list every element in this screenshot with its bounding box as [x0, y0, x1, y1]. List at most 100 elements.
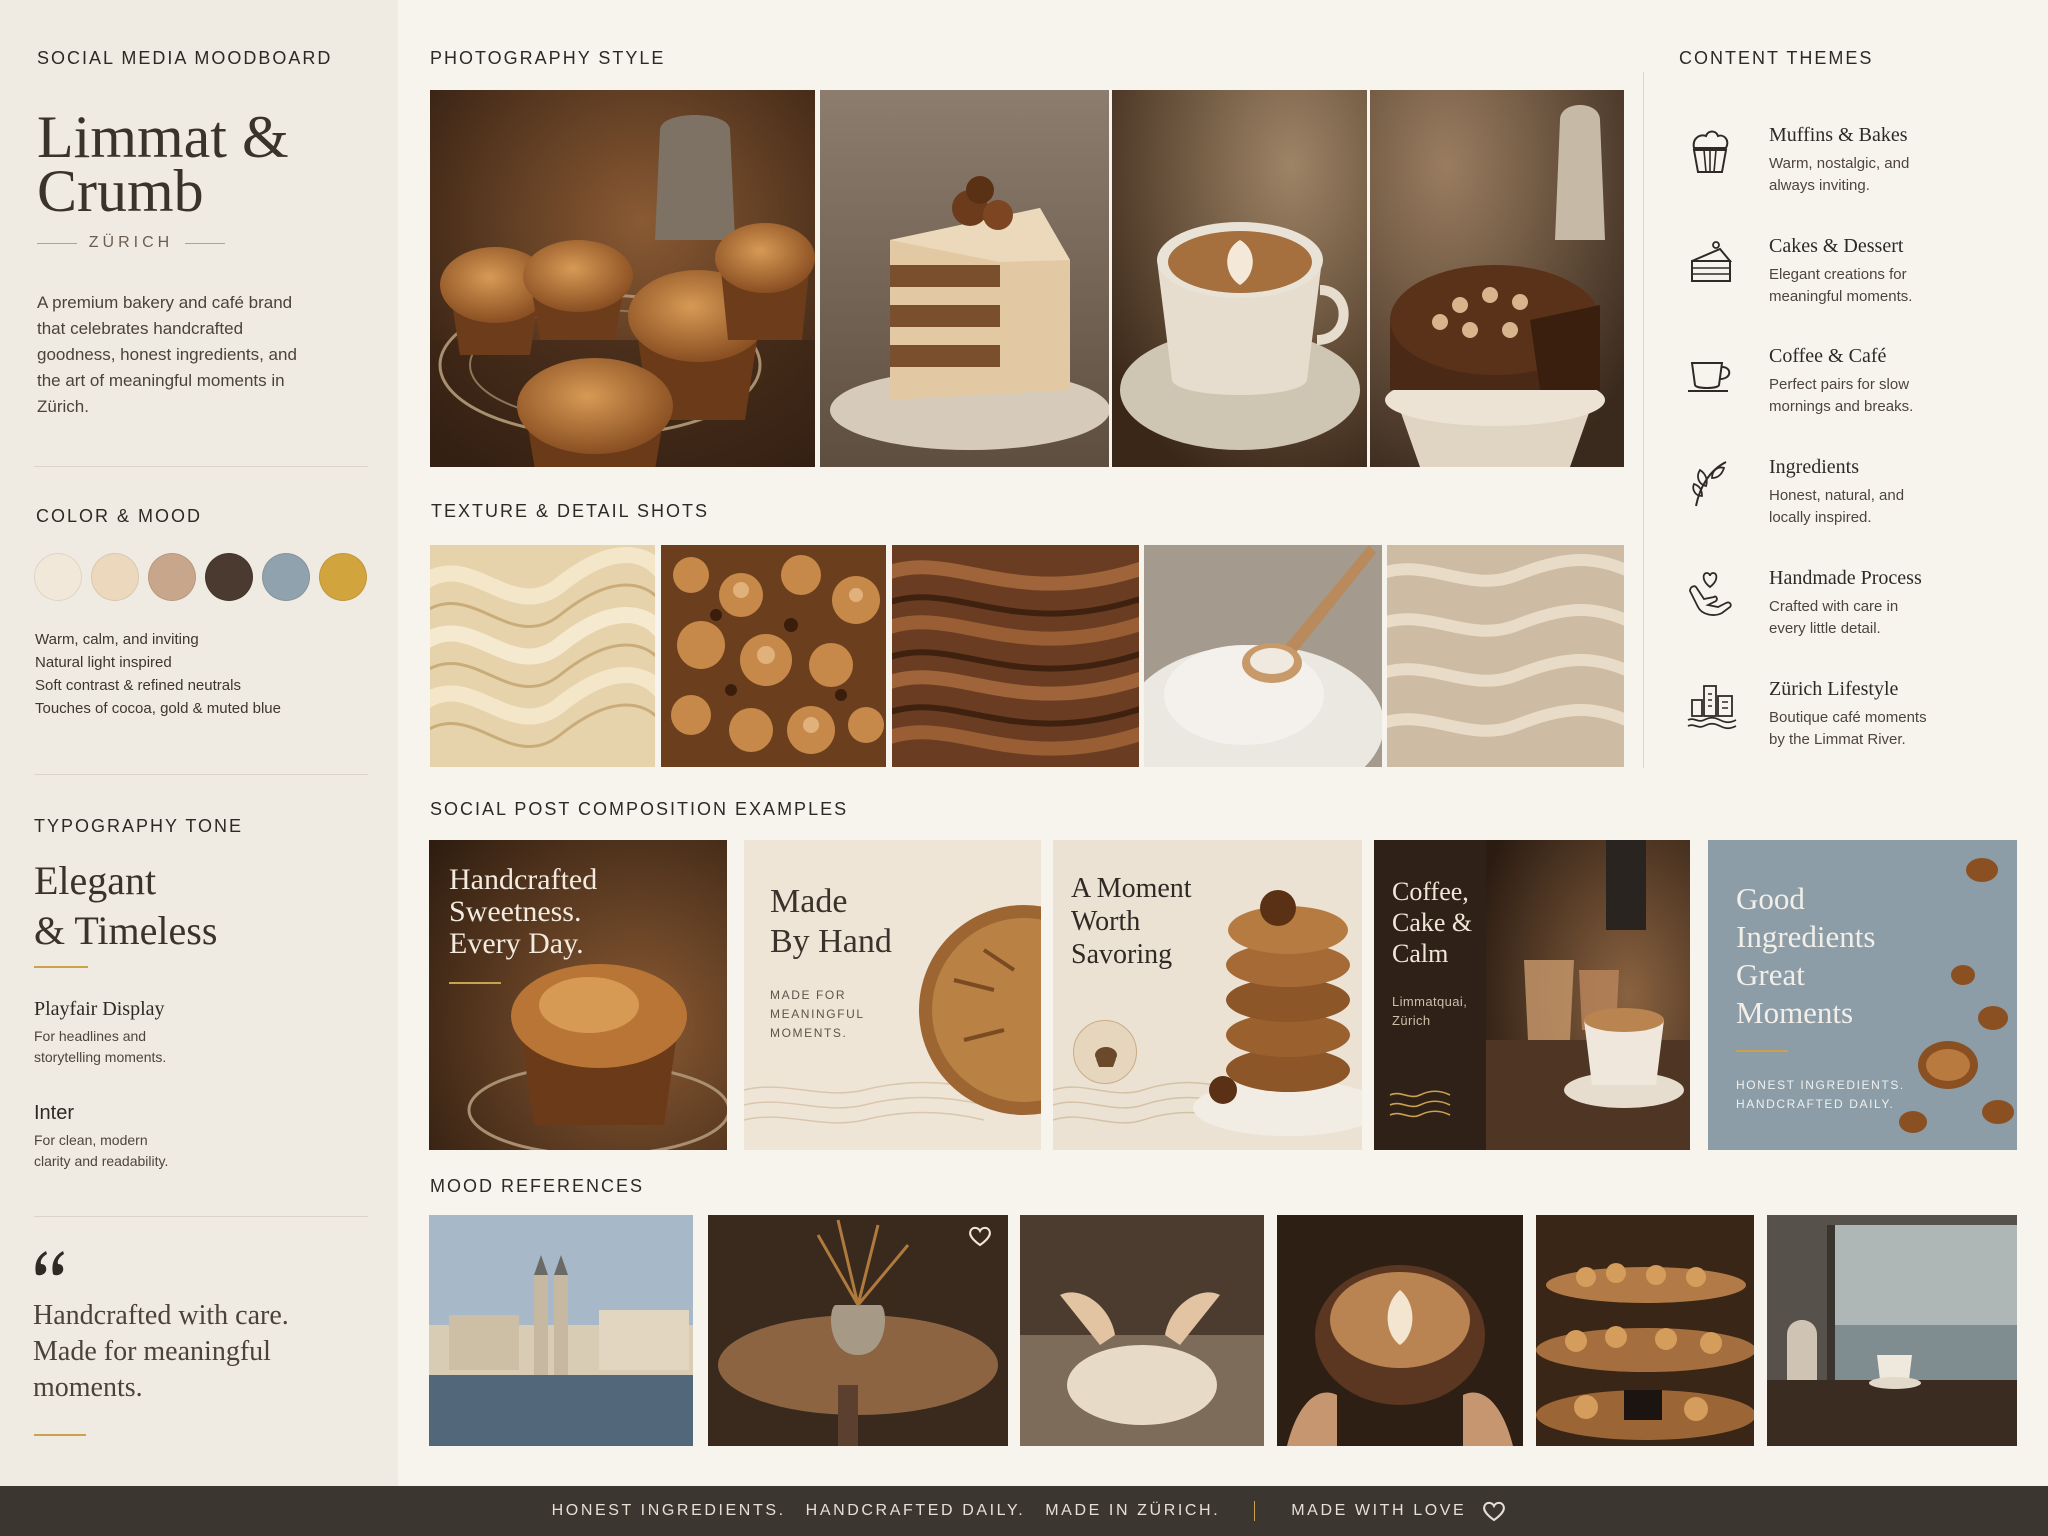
mood-note: Touches of cocoa, gold & muted blue: [35, 700, 281, 717]
hand-heart-icon: [1686, 567, 1734, 623]
swatch-gold: [319, 553, 367, 601]
font-desc-line: storytelling moments.: [34, 1049, 167, 1065]
body-font-desc: For clean, modern clarity and readabilit…: [34, 1130, 168, 1172]
photography-style-title: PHOTOGRAPHY STYLE: [430, 48, 666, 68]
post-headline-line: Savoring: [1071, 939, 1173, 970]
post-headline-line: Worth: [1071, 906, 1141, 937]
mood-latte-in-hands: [1277, 1215, 1523, 1446]
swatch-cocoa: [205, 553, 253, 601]
post-headline: Made By Hand: [770, 882, 892, 962]
brand-quote: Handcrafted with care. Made for meaningf…: [33, 1298, 363, 1406]
swatch-cream: [34, 553, 82, 601]
mood-notes: Warm, calm, and inviting Natural light i…: [35, 628, 281, 720]
texture-detail-title: TEXTURE & DETAIL SHOTS: [431, 501, 710, 521]
post-headline-line: Great: [1736, 957, 1805, 992]
theme-title: Zürich Lifestyle: [1769, 678, 1899, 700]
city-river-icon: [1686, 678, 1737, 734]
post-headline-line: A Moment: [1071, 873, 1192, 904]
photo-muffins: [430, 90, 815, 467]
post-sub-line: MADE FOR: [770, 988, 847, 1002]
post-headline-line: Cake &: [1392, 908, 1473, 937]
footer-item: HANDCRAFTED DAILY.: [805, 1502, 1026, 1519]
mood-window-coffee: [1767, 1215, 2017, 1446]
mood-note: Warm, calm, and inviting: [35, 631, 199, 648]
gold-accent-rule: [449, 982, 501, 984]
coffee-cup-icon: [1686, 345, 1734, 401]
cake-slice-icon: [1686, 235, 1734, 291]
post-headline-line: Sweetness.: [449, 895, 582, 928]
theme-desc-line: Perfect pairs for slow: [1769, 376, 1910, 393]
post-headline: A Moment Worth Savoring: [1071, 872, 1192, 971]
leaf-icon: [1686, 456, 1734, 512]
footer-bar: HONEST INGREDIENTS. HANDCRAFTED DAILY. M…: [0, 1486, 2048, 1536]
typography-title: TYPOGRAPHY TONE: [34, 816, 244, 836]
post-sub-line: HONEST INGREDIENTS.: [1736, 1078, 1905, 1092]
font-desc-line: For clean, modern: [34, 1132, 148, 1148]
divider: [34, 774, 368, 775]
footer-item: MADE WITH LOVE: [1291, 1502, 1467, 1519]
theme-title: Muffins & Bakes: [1769, 124, 1908, 146]
gold-accent-rule: [1736, 1050, 1788, 1052]
photo-latte: [1112, 90, 1367, 467]
brand-name-line-2: Crumb: [37, 158, 204, 224]
city-rule-right: [185, 242, 225, 244]
post-headline-line: Ingredients: [1736, 919, 1876, 954]
mood-pastry-display: [1536, 1215, 1754, 1446]
quote-icon: [33, 1248, 67, 1281]
theme-description: Boutique café moments by the Limmat River…: [1769, 707, 1999, 751]
post-subline: MADE FOR MEANINGFUL MOMENTS.: [770, 986, 865, 1043]
post-headline: Handcrafted Sweetness. Every Day.: [449, 864, 597, 960]
handcrafted-stamp: [1073, 1020, 1137, 1084]
color-mood-title: COLOR & MOOD: [36, 506, 203, 526]
theme-coffee-cafe: Coffee & Café Perfect pairs for slow morn…: [1686, 345, 2016, 435]
themes-divider: [1643, 72, 1644, 768]
post-headline-line: Good: [1736, 881, 1805, 916]
headline-font-name: Playfair Display: [34, 998, 165, 1020]
brand-name-line-1: Limmat &: [37, 104, 289, 170]
color-palette: [34, 553, 367, 601]
swatch-latte: [148, 553, 196, 601]
body-font-name: Inter: [34, 1102, 75, 1124]
post-sub-line: MOMENTS.: [770, 1026, 848, 1040]
typography-sample: Elegant & Timeless: [34, 856, 217, 956]
theme-desc-line: Crafted with care in: [1769, 598, 1899, 615]
theme-desc-line: mornings and breaks.: [1769, 398, 1914, 415]
heart-icon: [1482, 1500, 1506, 1522]
theme-desc-line: Warm, nostalgic, and: [1769, 155, 1910, 172]
photo-chocolate-cake: [1370, 90, 1624, 467]
post-location: Limmatquai, Zürich: [1392, 992, 1467, 1030]
theme-desc-line: Boutique café moments: [1769, 709, 1927, 726]
theme-description: Perfect pairs for slow mornings and break…: [1769, 374, 1999, 418]
texture-chocolate: [892, 545, 1139, 767]
city-rule-left: [37, 242, 77, 244]
mood-cafe-table: [708, 1215, 1008, 1446]
post-headline-line: Moments: [1736, 995, 1854, 1030]
post-headline-line: Calm: [1392, 939, 1449, 968]
footer-item: MADE IN ZÜRICH.: [1045, 1502, 1221, 1519]
mood-note: Soft contrast & refined neutrals: [35, 677, 241, 694]
post-sub-line: MEANINGFUL: [770, 1007, 865, 1021]
theme-title: Coffee & Café: [1769, 345, 1887, 367]
brand-description: A premium bakery and café brand that cel…: [37, 293, 297, 416]
post-headline-line: Coffee,: [1392, 877, 1469, 906]
post-headline: Good Ingredients Great Moments: [1736, 880, 1875, 1032]
divider: [34, 466, 368, 467]
heart-icon[interactable]: [968, 1225, 992, 1247]
theme-title: Cakes & Dessert: [1769, 235, 1904, 257]
font-desc-line: clarity and readability.: [34, 1153, 169, 1169]
theme-cakes-dessert: Cakes & Dessert Elegant creations for mea…: [1686, 235, 2016, 325]
post-sub-line: HANDCRAFTED DAILY.: [1736, 1097, 1895, 1111]
theme-description: Elegant creations for meaningful moments.: [1769, 264, 1999, 308]
headline-font-desc: For headlines and storytelling moments.: [34, 1026, 166, 1068]
muffin-icon: [1686, 124, 1734, 180]
theme-zurich-lifestyle: Zürich Lifestyle Boutique café moments by…: [1686, 678, 2016, 768]
divider: [34, 1216, 368, 1217]
post-sub-line: Limmatquai,: [1392, 994, 1468, 1009]
theme-description: Honest, natural, and locally inspired.: [1769, 485, 1999, 529]
theme-desc-line: locally inspired.: [1769, 509, 1872, 526]
font-desc-line: For headlines and: [34, 1028, 147, 1044]
mood-references-title: MOOD REFERENCES: [430, 1176, 645, 1196]
swatch-muted-blue: [262, 553, 310, 601]
social-post-made-by-hand: Made By Hand MADE FOR MEANINGFUL MOMENTS…: [744, 840, 1041, 1150]
brand-city: ZÜRICH: [37, 234, 225, 252]
